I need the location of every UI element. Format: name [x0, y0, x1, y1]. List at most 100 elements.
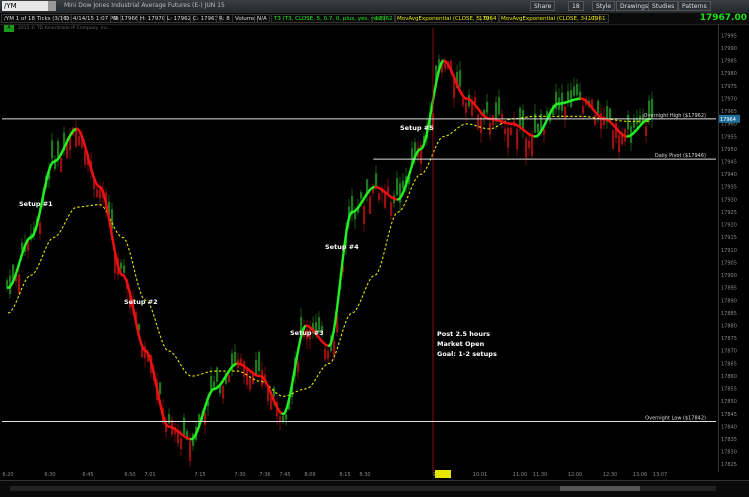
x-tick-label: 7:01 [144, 472, 155, 478]
time-axis: 6:206:306:456:507:017:157:307:367:458:09… [2, 470, 667, 478]
chart-toolbar: /YM Mini Dow Jones Industrial Average Fu… [0, 0, 749, 14]
x-tick-label: 6:50 [124, 472, 135, 478]
share-button[interactable]: Share [530, 1, 555, 11]
candle-body [612, 130, 614, 148]
x-tick-label: 7:36 [259, 472, 270, 478]
candle-body [633, 119, 635, 128]
candle-body [297, 362, 299, 372]
T3 (T3, CLOSE, 5, 0.7, 0, plus, yes, yes) [337, 300, 339, 312]
x-tick-label: 10:01 [473, 472, 487, 478]
candle-body [324, 349, 326, 359]
candle-body [510, 128, 512, 135]
T3 (T3, CLOSE, 5, 0.7, 0, plus, yes, yes) [293, 370, 295, 379]
status-t3-study[interactable]: T3 (T3, CLOSE, 5, 0.7, 0, plus, yes, yes… [271, 14, 385, 23]
note-line: Post 2.5 hours [437, 330, 490, 338]
status-ema34-value: 17961 [585, 14, 609, 23]
candle-body [258, 352, 260, 371]
T3 (T3, CLOSE, 5, 0.7, 0, plus, yes, yes) [341, 261, 343, 274]
candle-body [564, 107, 566, 120]
candle-body [213, 382, 215, 388]
candlesticks [6, 54, 653, 467]
candle-body [384, 193, 386, 208]
candle-body [396, 178, 398, 195]
x-tick-label: 6:20 [2, 472, 13, 478]
x-tick-label: 8:30 [359, 472, 370, 478]
candle-body [528, 141, 530, 149]
style-button[interactable]: Style [592, 1, 615, 11]
candle-body [354, 213, 356, 219]
candle-body [96, 189, 98, 197]
candle-body [639, 116, 641, 124]
T3 (T3, CLOSE, 5, 0.7, 0, plus, yes, yes) [296, 354, 298, 362]
candle-body [570, 90, 572, 107]
candle-body [60, 158, 62, 172]
symbol-dropdown-button[interactable] [48, 1, 56, 11]
candle-body [57, 141, 59, 157]
candle-body [270, 397, 272, 410]
candle-body [567, 91, 569, 100]
candle-body [159, 383, 161, 394]
candle-body [120, 263, 122, 269]
x-tick-label: 7:45 [279, 472, 290, 478]
candle-body [243, 361, 245, 377]
status-t3-value: 17962 [372, 14, 396, 23]
level-lines: Overnight High ($17962)Daily Pivot ($179… [2, 113, 716, 422]
T3 (T3, CLOSE, 5, 0.7, 0, plus, yes, yes) [295, 362, 297, 371]
setup-label: Setup #2 [124, 298, 158, 306]
candle-body [537, 124, 539, 132]
candle-body [246, 368, 248, 385]
candle-body [462, 99, 464, 106]
studies-button[interactable]: Studies [648, 1, 678, 11]
aggregation-button[interactable]: 18 [568, 1, 584, 11]
candle-body [597, 101, 599, 114]
T3 (T3, CLOSE, 5, 0.7, 0, plus, yes, yes) [340, 274, 342, 287]
candle-body [645, 127, 647, 136]
x-tick-label: 6:30 [44, 472, 55, 478]
x-tick-label: 12:00 [568, 472, 582, 478]
candle-body [507, 128, 509, 148]
candle-body [216, 368, 218, 382]
candle-body [486, 102, 488, 113]
price-chart[interactable]: Overnight High ($17962)Daily Pivot ($179… [0, 24, 749, 480]
candle-body [495, 102, 497, 119]
setup-label: Setup #1 [19, 200, 53, 208]
price-axis-panel[interactable] [718, 24, 749, 472]
T3 (T3, CLOSE, 5, 0.7, 0, plus, yes, yes) [334, 323, 336, 332]
x-tick-label: 13:06 [633, 472, 647, 478]
patterns-button[interactable]: Patterns [678, 1, 711, 11]
time-marker [435, 470, 451, 478]
candle-body [369, 197, 371, 214]
T3 (T3, CLOSE, 5, 0.7, 0, plus, yes, yes) [292, 379, 294, 387]
T3 (T3, CLOSE, 5, 0.7, 0, plus, yes, yes) [338, 287, 340, 300]
candle-body [363, 206, 365, 224]
candle-body [531, 138, 533, 156]
candle-body [480, 117, 482, 133]
candle-body [222, 386, 224, 399]
scrollbar-thumb[interactable] [560, 486, 640, 491]
candle-body [387, 187, 389, 193]
candle-body [255, 360, 257, 376]
candle-body [594, 115, 596, 125]
note-line: Market Open [437, 340, 485, 348]
candle-body [327, 351, 329, 359]
T3 (T3, CLOSE, 5, 0.7, 0, plus, yes, yes) [110, 224, 112, 233]
candle-body [600, 113, 602, 129]
setup-label: Setup #3 [290, 329, 324, 337]
status-range: R: 8 [216, 14, 233, 23]
setup-label: Setup #4 [325, 243, 359, 251]
candle-body [282, 416, 284, 421]
T3 (T3, CLOSE, 5, 0.7, 0, plus, yes, yes) [113, 242, 115, 250]
candle-body [627, 115, 629, 129]
drawings-button[interactable]: Drawings [616, 1, 652, 11]
x-tick-label: 6:45 [82, 472, 93, 478]
x-tick-label: 7:30 [234, 472, 245, 478]
last-price: 17967.00 [700, 13, 747, 23]
candle-body [18, 274, 20, 293]
x-tick-label: 12:30 [603, 472, 617, 478]
candle-body [465, 103, 467, 113]
symbol-input[interactable]: /YM [2, 1, 48, 11]
level-label: Overnight High ($17962) [644, 113, 707, 119]
candle-body [333, 341, 335, 355]
candle-body [234, 352, 236, 362]
candle-body [390, 202, 392, 216]
